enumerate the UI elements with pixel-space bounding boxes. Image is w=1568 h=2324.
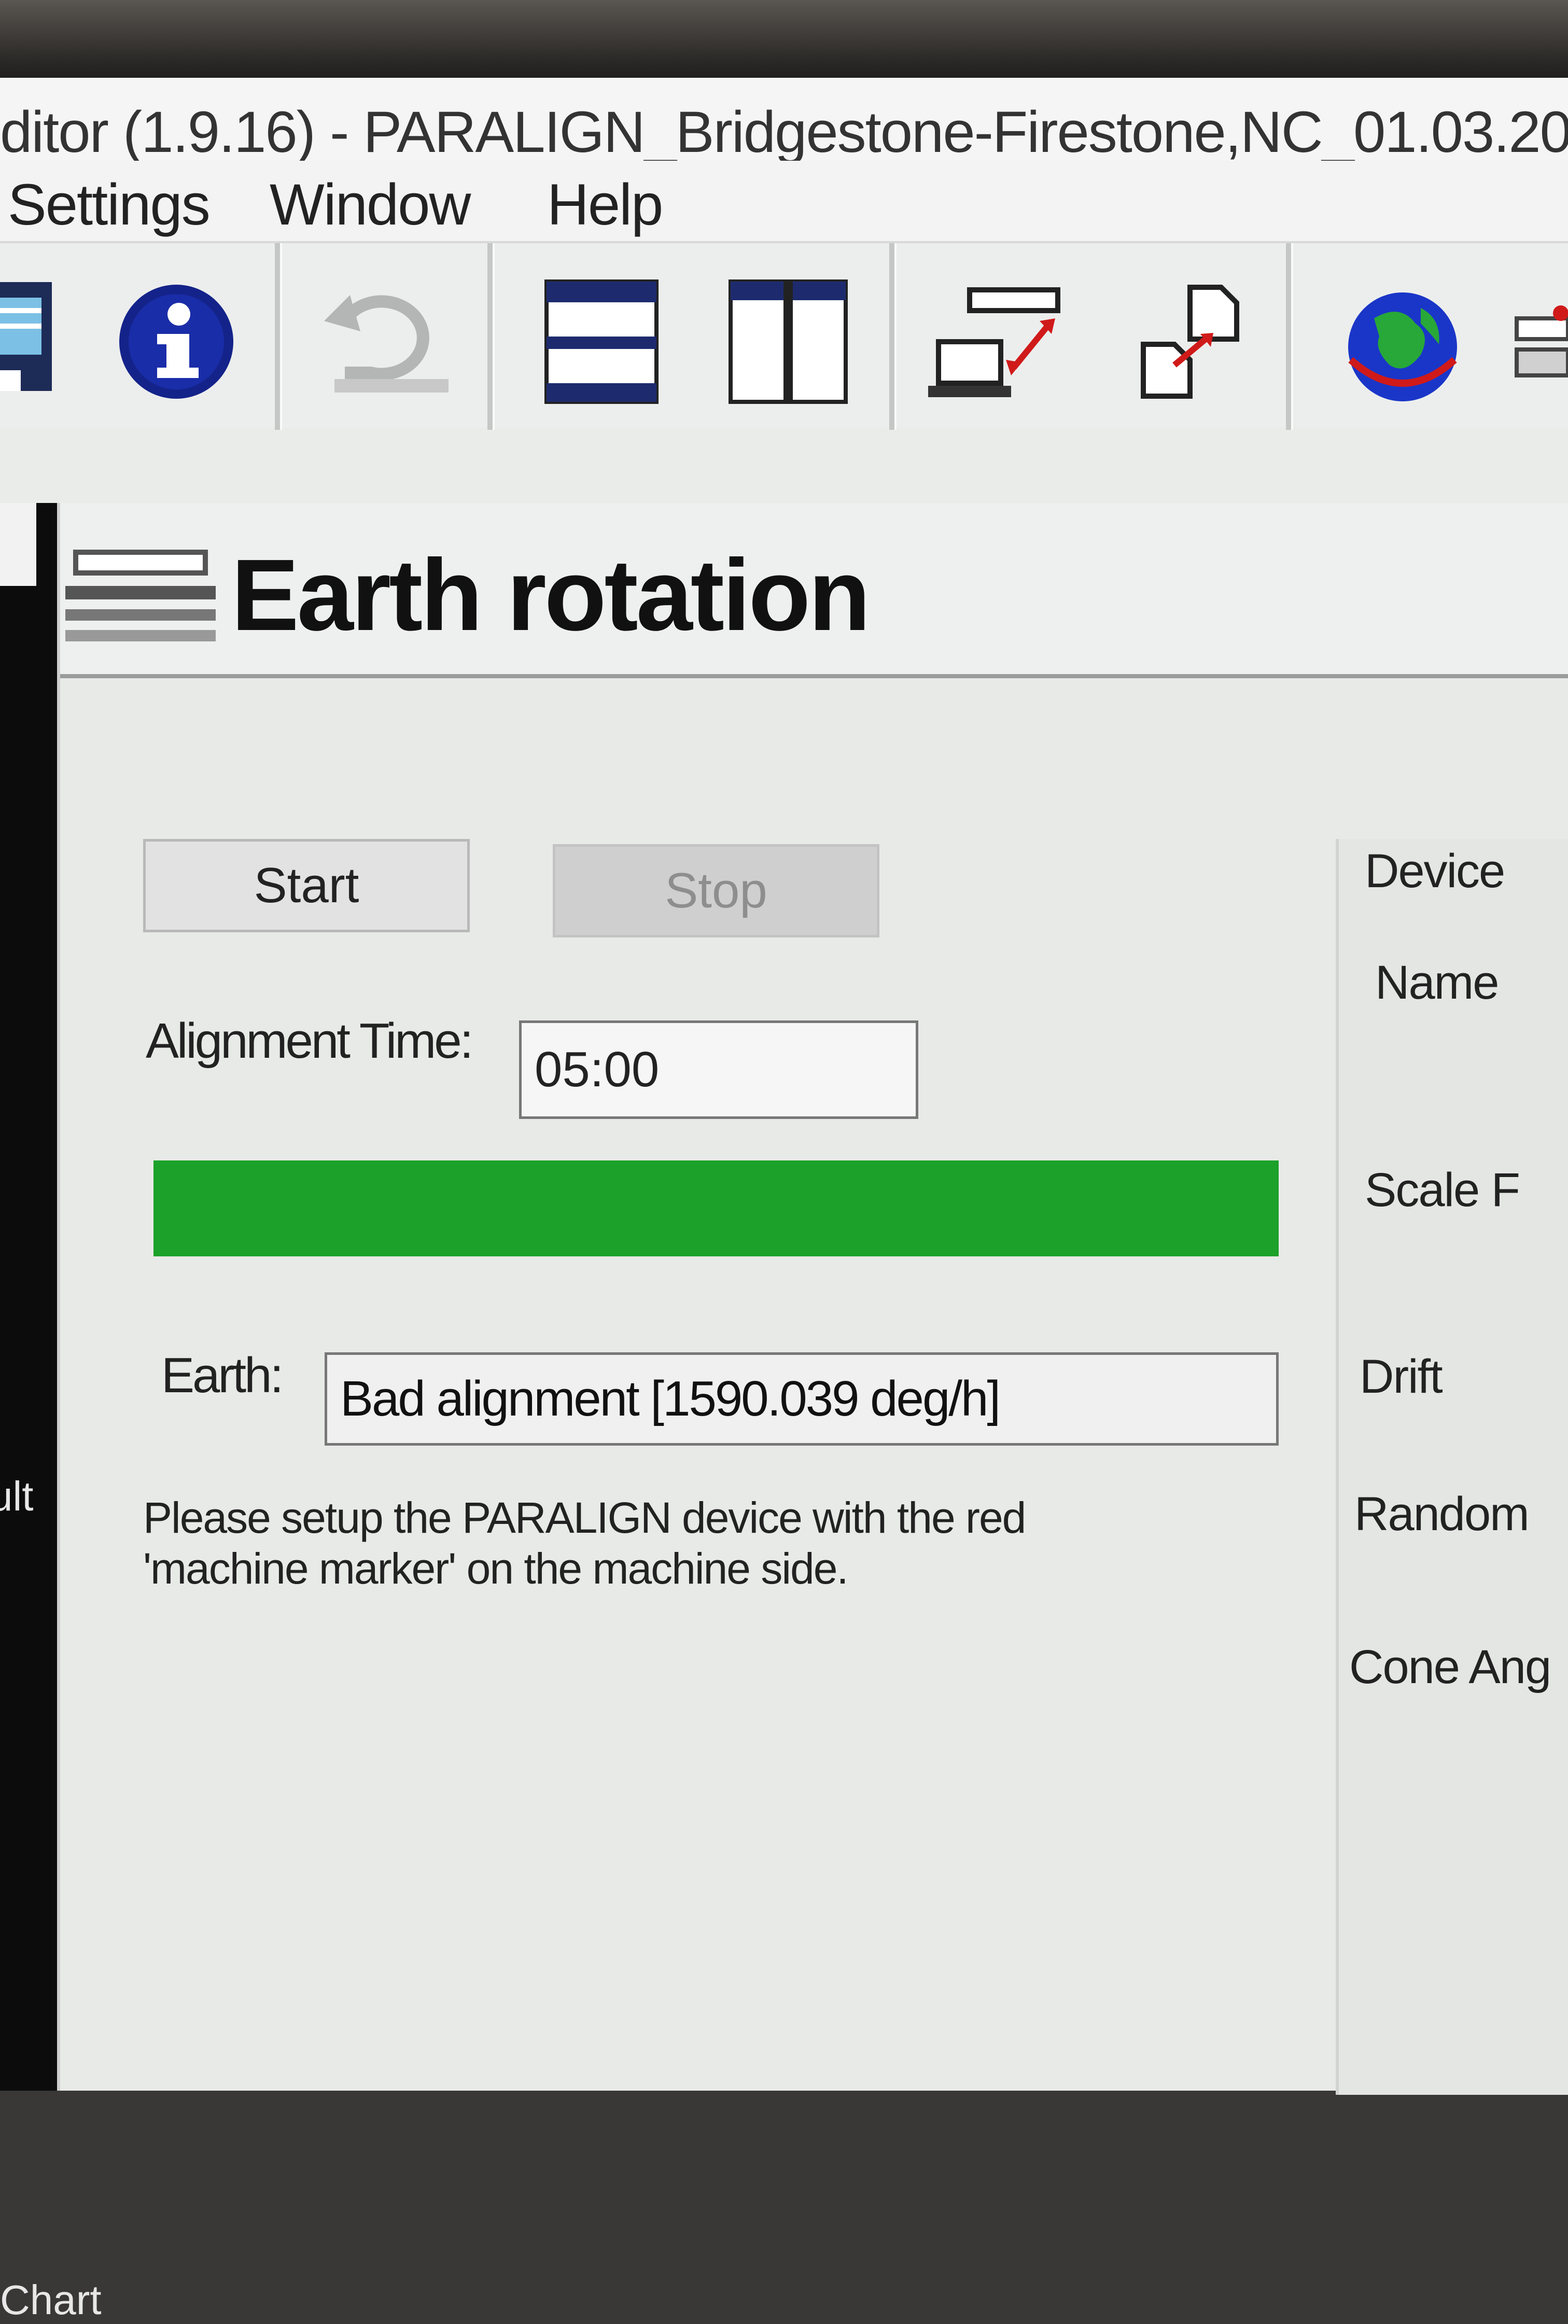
instruction-text: Please setup the PARALIGN device with th… bbox=[143, 1492, 1232, 1594]
device-label-scale: Scale F bbox=[1365, 1164, 1520, 1216]
menu-bar: Settings Window Help bbox=[0, 161, 1568, 241]
device-label-cone-angle: Cone Ang bbox=[1349, 1641, 1551, 1693]
info-icon[interactable] bbox=[117, 282, 236, 401]
toolbar-separator bbox=[275, 243, 282, 430]
monitor-bezel bbox=[0, 0, 1568, 88]
progress-fill bbox=[153, 1160, 1279, 1256]
panel-body: Start Stop Alignment Time: 05:00 Earth: … bbox=[60, 674, 1568, 2095]
instruction-line: 'machine marker' on the machine side. bbox=[143, 1544, 849, 1593]
save-icon[interactable] bbox=[0, 277, 57, 396]
instruction-line: Please setup the PARALIGN device with th… bbox=[143, 1493, 1026, 1542]
menu-settings[interactable]: Settings bbox=[8, 171, 211, 238]
device-panel: Device Name Scale F Drift Random Cone An… bbox=[1336, 839, 1568, 2095]
progress-bar bbox=[153, 1160, 1279, 1256]
panel-header: Earth rotation bbox=[60, 503, 1568, 674]
computer-transfer-icon[interactable] bbox=[928, 285, 1084, 404]
left-panel: ult Chart bbox=[0, 503, 102, 2323]
left-label-chart[interactable]: Chart bbox=[0, 2276, 102, 2324]
file-transfer-icon[interactable] bbox=[1138, 282, 1242, 401]
menu-help[interactable]: Help bbox=[547, 171, 663, 238]
globe-icon[interactable] bbox=[1343, 287, 1462, 407]
content-frame: Earth rotation Start Stop Alignment Time… bbox=[57, 503, 1568, 2095]
screen: ditor (1.9.16) - PARALIGN_Bridgestone-Fi… bbox=[0, 78, 1568, 2323]
stop-button[interactable]: Stop bbox=[553, 844, 879, 937]
toolbar-separator bbox=[889, 243, 897, 430]
menu-window[interactable]: Window bbox=[270, 171, 471, 238]
toolbar-separator bbox=[487, 243, 495, 430]
device-label-random: Random bbox=[1354, 1488, 1530, 1541]
device-icon[interactable] bbox=[1511, 292, 1568, 396]
panel-title: Earth rotation bbox=[231, 538, 871, 652]
device-label-name: Name bbox=[1375, 956, 1499, 1009]
toolbar-separator bbox=[1286, 243, 1293, 430]
horizontal-split-icon[interactable] bbox=[544, 279, 659, 404]
earth-result-field: Bad alignment [1590.039 deg/h] bbox=[325, 1352, 1279, 1446]
earth-label: Earth: bbox=[161, 1348, 284, 1403]
alignment-time-field[interactable]: 05:00 bbox=[519, 1020, 918, 1119]
window-title: ditor (1.9.16) - PARALIGN_Bridgestone-Fi… bbox=[0, 100, 1568, 164]
toolbar bbox=[0, 241, 1568, 430]
earth-rotation-icon bbox=[65, 550, 216, 641]
left-label-result[interactable]: ult bbox=[0, 1473, 34, 1520]
left-nav-strip bbox=[0, 503, 36, 586]
vertical-split-icon[interactable] bbox=[729, 279, 848, 404]
undo-icon[interactable] bbox=[314, 285, 454, 399]
title-bar: ditor (1.9.16) - PARALIGN_Bridgestone-Fi… bbox=[0, 78, 1568, 164]
alignment-time-label: Alignment Time: bbox=[146, 1013, 473, 1069]
device-label-drift: Drift bbox=[1360, 1350, 1443, 1403]
start-button[interactable]: Start bbox=[143, 839, 470, 932]
device-heading: Device bbox=[1365, 845, 1505, 898]
